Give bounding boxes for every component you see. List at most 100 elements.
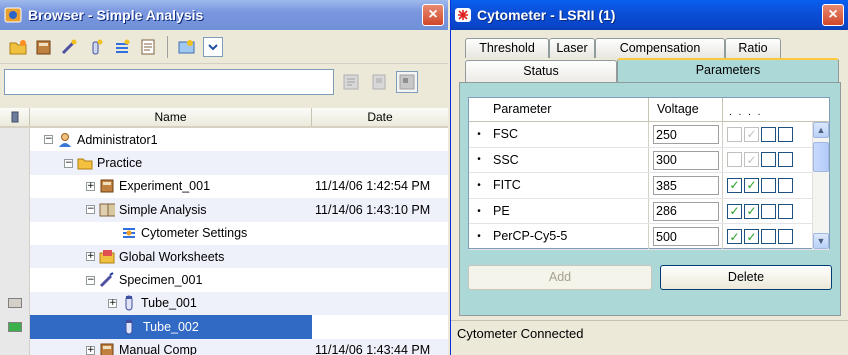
cytometer-titlebar[interactable]: Cytometer - LSRII (1) × (451, 0, 848, 30)
toolbar-dropdown-button[interactable] (203, 36, 223, 57)
row-selector[interactable] (0, 268, 30, 292)
tree-node[interactable]: − Simple Analysis (30, 198, 312, 221)
worksheet-tool-icon[interactable] (138, 37, 158, 57)
row-selector[interactable] (0, 198, 30, 222)
parameter-checkbox[interactable]: ✓ (727, 203, 742, 219)
parameter-name[interactable]: FITC (489, 173, 649, 198)
new-folder-icon[interactable] (8, 37, 28, 57)
delete-button[interactable]: Delete (660, 265, 832, 290)
tree-row[interactable]: − Simple Analysis 11/14/06 1:43:10 PM (0, 198, 448, 222)
add-button[interactable]: Add (468, 265, 652, 290)
parameter-row[interactable]: • FITC ✓✓ (469, 173, 829, 199)
row-selector[interactable] (0, 221, 30, 245)
tree-row[interactable]: + Global Worksheets (0, 244, 448, 269)
tab-parameters[interactable]: Parameters (617, 58, 839, 82)
filter-icon[interactable] (340, 71, 362, 93)
tree-row[interactable]: − Administrator1 (0, 128, 448, 152)
tab-ratio[interactable]: Ratio (725, 38, 781, 58)
parameter-row[interactable]: • PerCP-Cy5-5 ✓✓ (469, 224, 829, 250)
tree-node[interactable]: − Specimen_001 (30, 268, 312, 291)
expand-icon[interactable]: + (86, 181, 95, 191)
new-tube-icon[interactable] (86, 37, 106, 57)
tree-row[interactable]: Tube_002 (0, 315, 448, 339)
row-selector[interactable] (0, 128, 30, 152)
tree-row[interactable]: + Manual Comp 11/14/06 1:43:44 PM (0, 338, 448, 355)
cytometer-settings-tool-icon[interactable] (112, 37, 132, 57)
row-selector[interactable] (0, 291, 30, 316)
browser-search-input[interactable] (4, 69, 334, 95)
voltage-input[interactable] (653, 227, 719, 247)
parameter-row[interactable]: • SSC ✓ (469, 147, 829, 174)
header-voltage[interactable]: Voltage (649, 98, 723, 121)
collapse-icon[interactable]: − (64, 158, 73, 168)
tab-threshold[interactable]: Threshold (465, 38, 549, 58)
browser-titlebar[interactable]: Browser - Simple Analysis × (0, 0, 448, 30)
tree-node[interactable]: + Experiment_001 (30, 175, 312, 198)
new-experiment-icon[interactable] (34, 37, 54, 57)
parameter-checkbox[interactable]: ✓ (744, 152, 759, 168)
parameter-row[interactable]: • FSC ✓ (469, 122, 829, 148)
parameter-checkbox[interactable] (761, 177, 776, 193)
tree-row[interactable]: + Experiment_001 11/14/06 1:42:54 PM (0, 174, 448, 199)
tree-row[interactable]: Cytometer Settings (0, 221, 448, 245)
row-selector[interactable] (0, 174, 30, 199)
tree-node[interactable]: − Practice (30, 151, 312, 174)
expand-icon[interactable]: + (108, 298, 117, 308)
voltage-input[interactable] (653, 176, 719, 196)
tab-compensation[interactable]: Compensation (595, 38, 725, 58)
browser-close-button[interactable]: × (422, 4, 444, 26)
row-selector[interactable] (0, 315, 30, 339)
scroll-up-icon[interactable]: ▲ (813, 122, 829, 138)
voltage-input[interactable] (653, 125, 719, 144)
parameter-checkbox[interactable] (727, 152, 742, 168)
parameter-name[interactable]: PerCP-Cy5-5 (489, 224, 649, 249)
tree-node[interactable]: Cytometer Settings (30, 222, 312, 245)
new-specimen-icon[interactable] (60, 37, 80, 57)
parameter-checkbox[interactable] (778, 229, 793, 245)
parameter-checkbox[interactable]: ✓ (744, 203, 759, 219)
tree-node[interactable]: + Manual Comp (30, 339, 312, 355)
voltage-input[interactable] (653, 150, 719, 170)
collapse-icon[interactable]: − (44, 135, 53, 145)
acquisition-pointer-active-icon[interactable] (7, 321, 22, 332)
tree-row[interactable]: − Practice (0, 151, 448, 175)
tab-status[interactable]: Status (465, 60, 617, 82)
cytometer-close-button[interactable]: × (822, 4, 844, 26)
parameter-checkbox[interactable] (778, 126, 793, 142)
parameter-checkbox[interactable] (778, 177, 793, 193)
column-header-date[interactable]: Date (312, 108, 448, 126)
expand-icon[interactable]: + (86, 252, 95, 262)
tab-laser[interactable]: Laser (549, 38, 595, 58)
parameter-checkbox[interactable] (761, 152, 776, 168)
tree-node[interactable]: Tube_002 (30, 315, 312, 339)
tree-node[interactable]: − Administrator1 (30, 128, 312, 151)
row-selector[interactable] (0, 151, 30, 175)
parameter-checkbox[interactable] (761, 203, 776, 219)
scroll-down-icon[interactable]: ▼ (813, 233, 829, 249)
grid-header-selector[interactable] (0, 108, 30, 126)
parameter-checkbox[interactable] (778, 152, 793, 168)
expand-icon[interactable]: + (86, 345, 95, 355)
parameter-name[interactable]: SSC (489, 147, 649, 173)
row-selector[interactable] (0, 244, 30, 269)
parameter-checkbox[interactable]: ✓ (744, 177, 759, 193)
document-icon[interactable] (368, 71, 390, 93)
tree-node[interactable]: + Global Worksheets (30, 245, 312, 268)
parameter-name[interactable]: FSC (489, 122, 649, 147)
parameter-checkbox[interactable] (761, 229, 776, 245)
parameters-scrollbar[interactable]: ▲ ▼ (812, 122, 829, 249)
parameter-checkbox[interactable]: ✓ (727, 229, 742, 245)
tree-row[interactable]: − Specimen_001 (0, 268, 448, 292)
parameter-checkbox[interactable] (761, 126, 776, 142)
lock-view-icon[interactable] (396, 71, 418, 93)
voltage-input[interactable] (653, 201, 719, 221)
collapse-icon[interactable]: − (86, 275, 95, 285)
parameter-checkbox[interactable] (727, 126, 742, 142)
parameter-checkbox[interactable] (778, 203, 793, 219)
tree-node[interactable]: + Tube_001 (30, 292, 312, 315)
tree-row[interactable]: + Tube_001 (0, 291, 448, 316)
column-header-name[interactable]: Name (30, 108, 312, 126)
row-selector[interactable] (0, 338, 30, 355)
scroll-thumb[interactable] (813, 142, 829, 172)
parameter-row[interactable]: • PE ✓✓ (469, 198, 829, 225)
